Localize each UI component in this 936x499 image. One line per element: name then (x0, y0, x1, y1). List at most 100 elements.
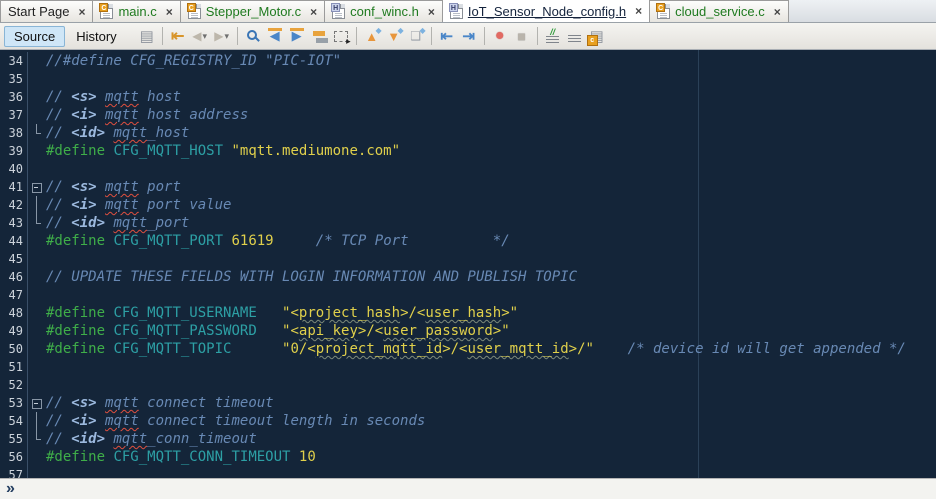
close-icon[interactable] (774, 7, 781, 17)
previous-bookmark-button[interactable] (361, 25, 383, 47)
stop-macro-button[interactable] (511, 25, 533, 47)
source-view-button[interactable]: Source (4, 25, 66, 47)
line-number[interactable]: 40 (0, 160, 28, 178)
code-text[interactable]: // <i> mqtt port value (46, 196, 231, 214)
shift-left-button[interactable] (436, 25, 458, 47)
code-line[interactable]: 55 // <id> mqtt_conn_timeout (0, 430, 936, 448)
tab-cloud-service-c[interactable]: Ccloud_service.c (650, 0, 789, 22)
next-bookmark-button[interactable] (383, 25, 405, 47)
line-number[interactable]: 49 (0, 322, 28, 340)
code-line[interactable]: 42 // <i> mqtt port value (0, 196, 936, 214)
code-text[interactable]: // UPDATE THESE FIELDS WITH LOGIN INFORM… (46, 268, 577, 286)
code-line[interactable]: 40 (0, 160, 936, 178)
code-line[interactable]: 45 (0, 250, 936, 268)
code-line[interactable]: 39 #define CFG_MQTT_HOST "mqtt.mediumone.… (0, 142, 936, 160)
tab-iot-sensor-node-config-h[interactable]: H IoT_Sensor_Node_config.h (442, 0, 651, 22)
last-document-button[interactable] (136, 25, 158, 47)
line-number[interactable]: 34 (0, 52, 28, 70)
line-number[interactable]: 39 (0, 142, 28, 160)
code-fold-toggle-icon[interactable] (28, 178, 46, 196)
tab-conf-winc-h[interactable]: Hconf_winc.h (325, 0, 443, 22)
find-button[interactable] (242, 25, 264, 47)
code-line[interactable]: 57 (0, 466, 936, 478)
record-macro-button[interactable] (489, 25, 511, 47)
forward-button[interactable] (211, 25, 233, 47)
tab-stepper-motor-c[interactable]: C Stepper_Motor.c (180, 0, 326, 22)
uncomment-button[interactable] (564, 25, 586, 47)
code-line[interactable]: 36 // <s> mqtt host (0, 88, 936, 106)
line-number[interactable]: 36 (0, 88, 28, 106)
code-text[interactable]: // <i> mqtt connect timeout length in se… (46, 412, 425, 430)
close-icon[interactable] (310, 7, 317, 17)
code-line[interactable]: 37 // <i> mqtt host address (0, 106, 936, 124)
line-number[interactable]: 37 (0, 106, 28, 124)
line-number[interactable]: 53 (0, 394, 28, 412)
line-number[interactable]: 47 (0, 286, 28, 304)
code-text[interactable]: // <s> mqtt connect timeout (46, 394, 274, 412)
line-number[interactable]: 56 (0, 448, 28, 466)
line-number[interactable]: 45 (0, 250, 28, 268)
shift-right-button[interactable] (458, 25, 480, 47)
code-text[interactable]: #define CFG_MQTT_CONN_TIMEOUT 10 (46, 448, 316, 466)
line-number[interactable]: 43 (0, 214, 28, 232)
code-line[interactable]: 50 #define CFG_MQTT_TOPIC "0/<project_mqt… (0, 340, 936, 358)
expand-breadcrumb-icon[interactable]: » (6, 481, 15, 497)
line-number[interactable]: 44 (0, 232, 28, 250)
code-line[interactable]: 35 (0, 70, 936, 88)
line-number[interactable]: 35 (0, 70, 28, 88)
code-line[interactable]: 54 // <i> mqtt connect timeout length in … (0, 412, 936, 430)
code-line[interactable]: 48 #define CFG_MQTT_USERNAME "<project_ha… (0, 304, 936, 322)
toggle-highlight-button[interactable] (308, 25, 330, 47)
code-text[interactable]: // <id> mqtt_port (46, 214, 189, 232)
code-text[interactable]: #define CFG_MQTT_PASSWORD "<api_key>/<us… (46, 322, 510, 340)
code-text[interactable]: //#define CFG_REGISTRY_ID "PIC-IOT" (46, 52, 341, 70)
code-text[interactable]: // <s> mqtt port (46, 178, 181, 196)
line-number[interactable]: 42 (0, 196, 28, 214)
find-next-button[interactable] (286, 25, 308, 47)
close-icon[interactable] (166, 7, 173, 17)
toggle-bookmark-button[interactable] (405, 25, 427, 47)
line-number[interactable]: 54 (0, 412, 28, 430)
code-text[interactable]: #define CFG_MQTT_HOST "mqtt.mediumone.co… (46, 142, 400, 160)
code-line[interactable]: 56 #define CFG_MQTT_CONN_TIMEOUT 10 (0, 448, 936, 466)
code-line[interactable]: 49 #define CFG_MQTT_PASSWORD "<api_key>/<… (0, 322, 936, 340)
line-number[interactable]: 46 (0, 268, 28, 286)
code-line[interactable]: 34 //#define CFG_REGISTRY_ID "PIC-IOT" (0, 52, 936, 70)
line-number[interactable]: 55 (0, 430, 28, 448)
code-fold-toggle-icon[interactable] (28, 394, 46, 412)
code-line[interactable]: 47 (0, 286, 936, 304)
code-line[interactable]: 43 // <id> mqtt_port (0, 214, 936, 232)
code-text[interactable]: #define CFG_MQTT_TOPIC "0/<project_mqtt_… (46, 340, 906, 358)
code-line[interactable]: 44 #define CFG_MQTT_PORT 61619 /* TCP Por… (0, 232, 936, 250)
code-text[interactable]: // <id> mqtt_host (46, 124, 189, 142)
line-number[interactable]: 48 (0, 304, 28, 322)
close-icon[interactable] (78, 7, 85, 17)
code-text[interactable]: // <id> mqtt_conn_timeout (46, 430, 257, 448)
line-number[interactable]: 41 (0, 178, 28, 196)
code-editor[interactable]: 34//#define CFG_REGISTRY_ID "PIC-IOT" 35 3… (0, 50, 936, 478)
code-line[interactable]: 38 // <id> mqtt_host (0, 124, 936, 142)
code-line[interactable]: 52 (0, 376, 936, 394)
code-line[interactable]: 46 // UPDATE THESE FIELDS WITH LOGIN INFO… (0, 268, 936, 286)
code-line[interactable]: 41 // <s> mqtt port (0, 178, 936, 196)
line-number[interactable]: 51 (0, 358, 28, 376)
line-number[interactable]: 38 (0, 124, 28, 142)
tab-main-c[interactable]: Cmain.c (93, 0, 181, 22)
code-text[interactable]: // <s> mqtt host (46, 88, 181, 106)
close-icon[interactable] (635, 6, 642, 16)
code-text[interactable]: #define CFG_MQTT_USERNAME "<project_hash… (46, 304, 518, 322)
code-line[interactable]: 51 (0, 358, 936, 376)
line-number[interactable]: 50 (0, 340, 28, 358)
rectangular-selection-button[interactable] (330, 25, 352, 47)
close-icon[interactable] (428, 7, 435, 17)
code-text[interactable]: // <i> mqtt host address (46, 106, 248, 124)
code-text[interactable]: #define CFG_MQTT_PORT 61619 /* TCP Port … (46, 232, 510, 250)
history-view-button[interactable]: History (67, 27, 125, 46)
line-number[interactable]: 52 (0, 376, 28, 394)
goto-header-source-button[interactable] (586, 25, 608, 47)
line-number[interactable]: 57 (0, 466, 28, 478)
back-button[interactable] (189, 25, 211, 47)
jump-last-edit-button[interactable] (167, 25, 189, 47)
tab-start-page[interactable]: Start Page (0, 0, 94, 22)
find-previous-button[interactable] (264, 25, 286, 47)
